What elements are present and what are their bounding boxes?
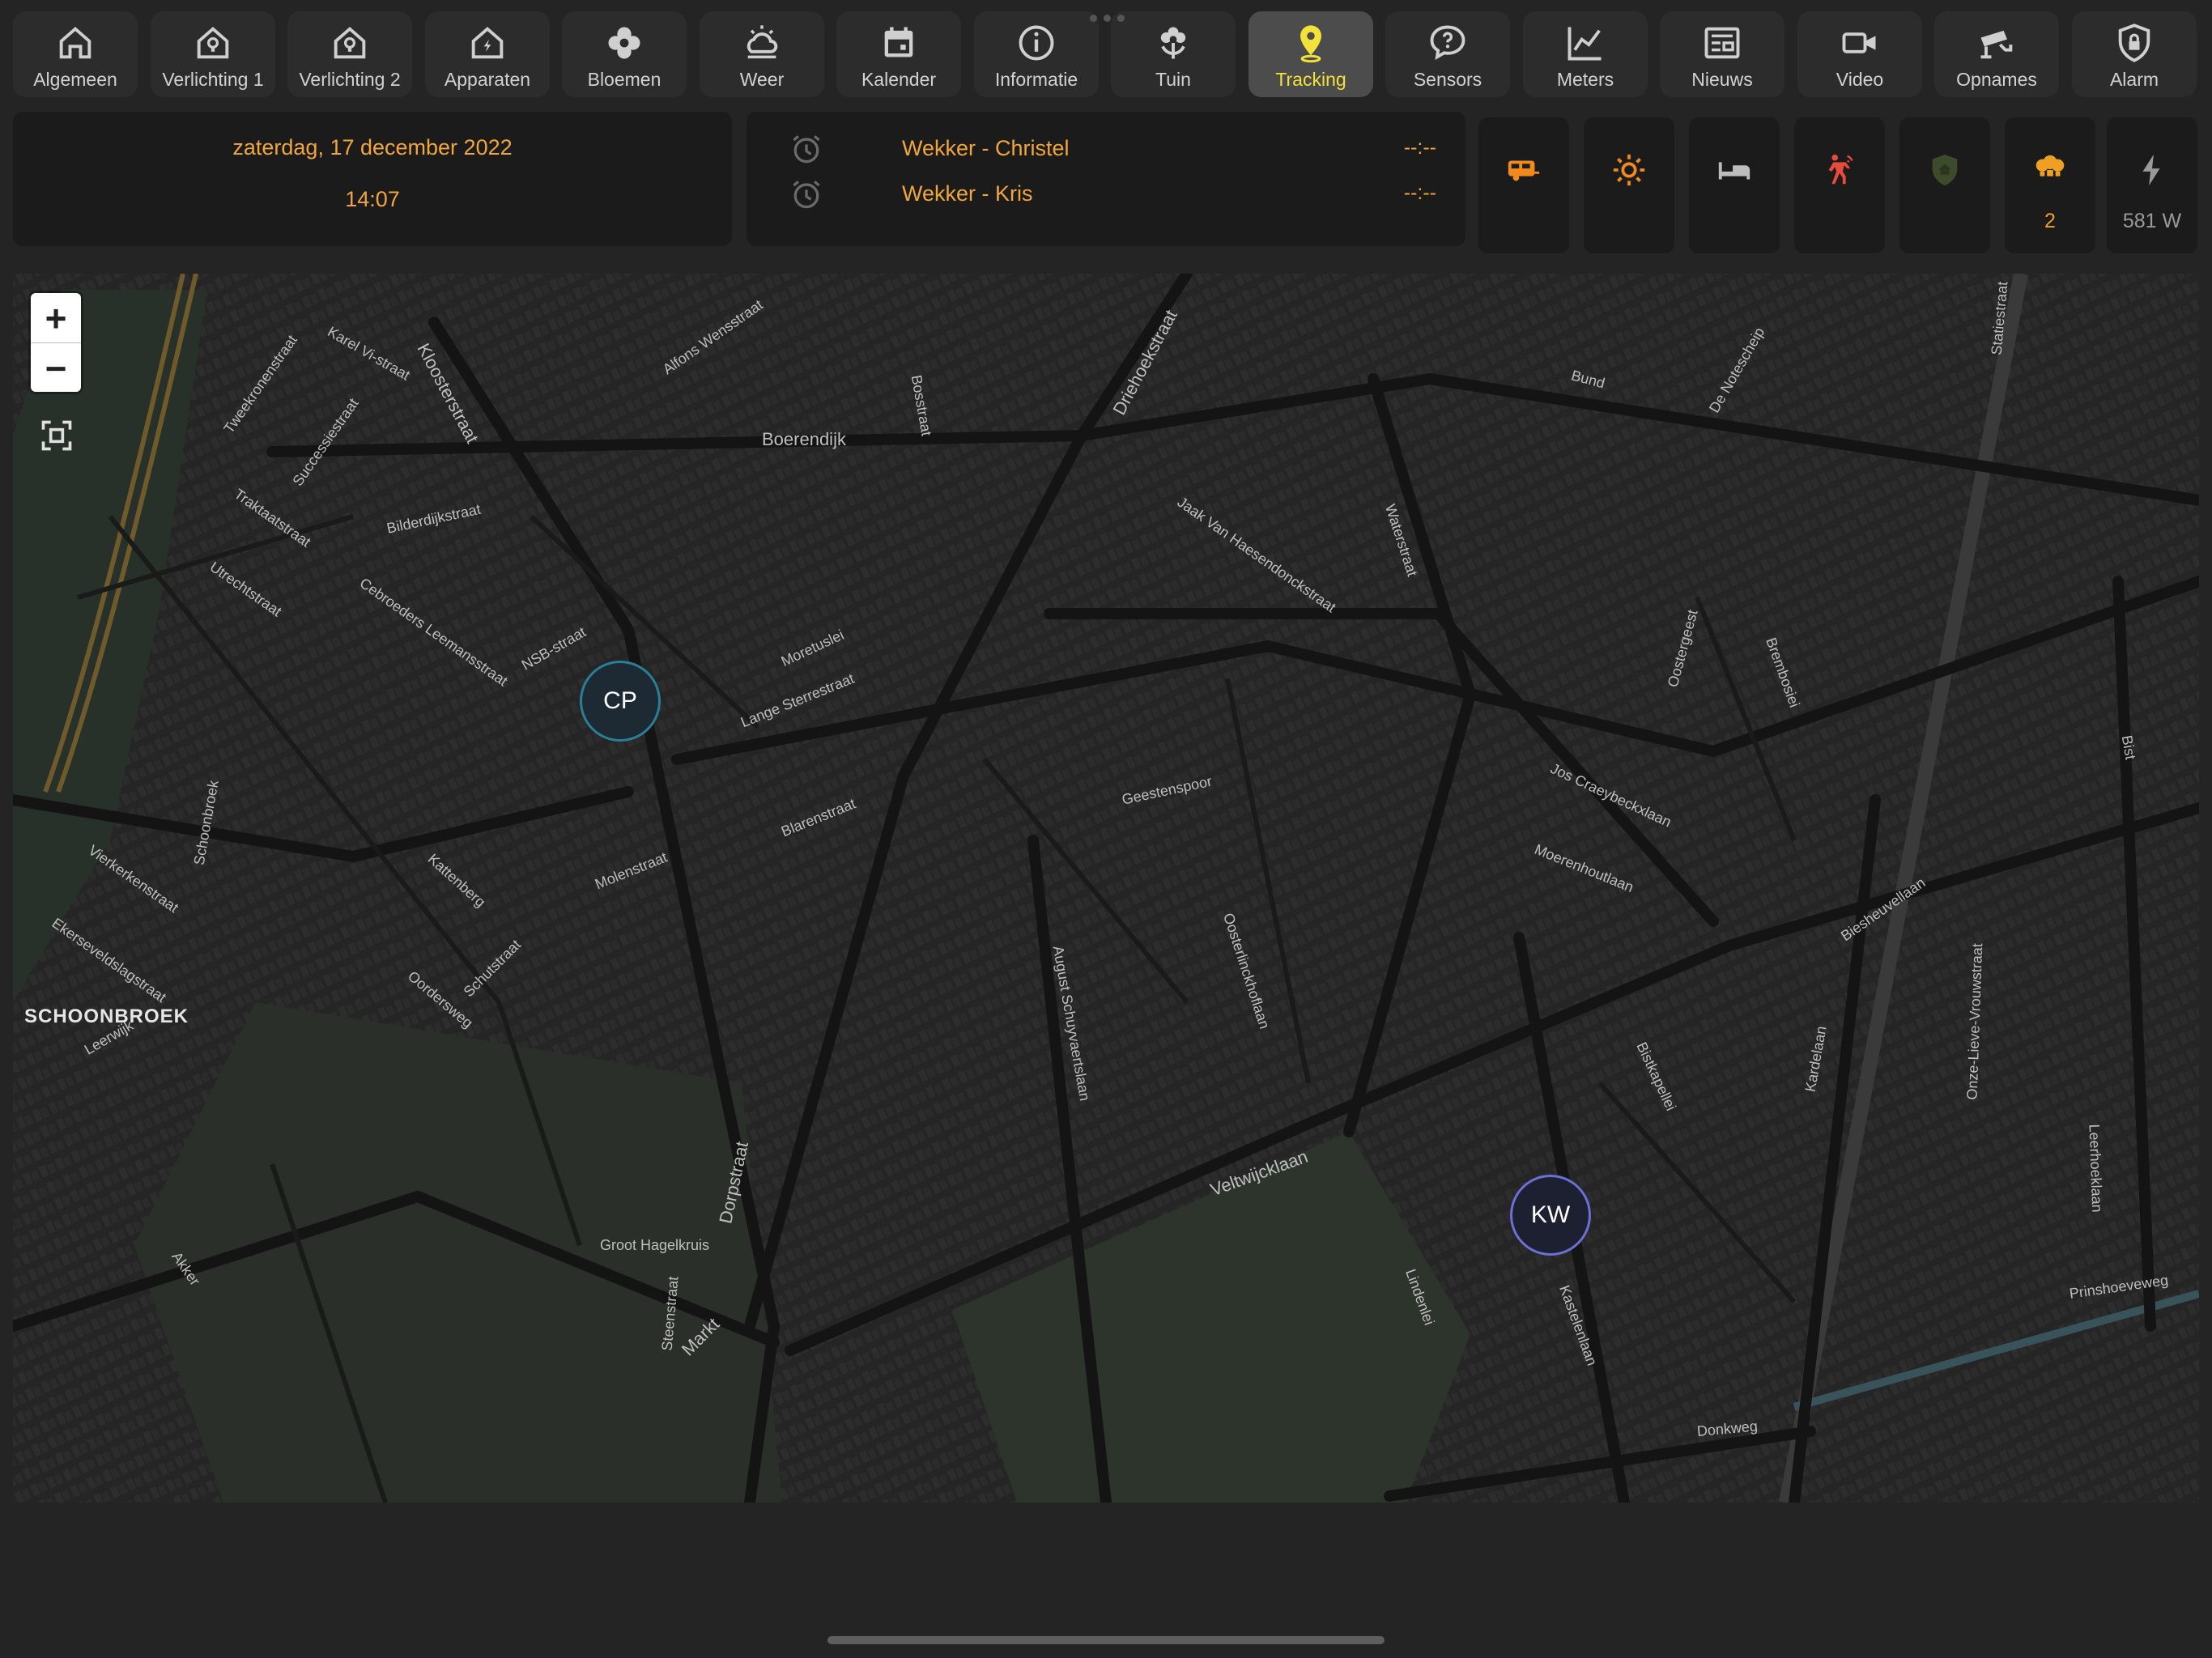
street-label: Leerhoeklaan: [2086, 1124, 2106, 1213]
info-icon: [1019, 25, 1054, 61]
alarm-name: Wekker - Kris: [902, 181, 1033, 206]
date-text: zaterdag, 17 december 2022: [232, 135, 513, 159]
tracking-map[interactable]: Kloosterstraat Boerendijk Driehoekstraat…: [13, 274, 2199, 1503]
newspaper-icon: [1704, 27, 1740, 59]
tab-algemeen[interactable]: Algemeen: [13, 11, 138, 97]
alarm-clock-icon: [793, 135, 820, 164]
tab-opnames[interactable]: Opnames: [1934, 11, 2059, 97]
alarm-row-christel[interactable]: Wekker - Christel --:--: [789, 130, 1436, 170]
tab-label: Meters: [1556, 69, 1614, 90]
tab-nieuws[interactable]: Nieuws: [1660, 11, 1784, 97]
alarm-clocks-card: Wekker - Christel --:-- Wekker - Kris --…: [747, 112, 1465, 246]
person-marker-cp[interactable]: CP: [580, 661, 661, 742]
tab-sensors[interactable]: Sensors: [1385, 11, 1510, 97]
tab-label: Video: [1836, 69, 1884, 90]
bed-button[interactable]: [1689, 117, 1780, 253]
tab-label: Informatie: [994, 69, 1078, 90]
video-camera-icon: [1842, 32, 1876, 53]
tab-verlichting-1[interactable]: Verlichting 1: [151, 11, 275, 97]
weather-icon: [747, 25, 778, 59]
zoom-controls: + −: [31, 293, 81, 392]
power-usage-value: 581 W: [2122, 210, 2182, 232]
tab-kalender[interactable]: Kalender: [836, 11, 961, 97]
home-icon: [59, 27, 91, 59]
tab-weer[interactable]: Weer: [700, 11, 824, 97]
garden-icon: [1160, 27, 1186, 59]
home-power-icon: [471, 27, 504, 59]
tab-alarm[interactable]: Alarm: [2072, 11, 2197, 97]
zoom-in-button[interactable]: +: [31, 293, 81, 343]
motion-sensor-button[interactable]: [1794, 117, 1885, 253]
zoom-out-button[interactable]: −: [31, 343, 81, 393]
drag-grip-icon[interactable]: [1090, 15, 1125, 22]
home-light-icon: [334, 27, 366, 59]
tab-tracking[interactable]: Tracking: [1249, 11, 1373, 97]
tab-bloemen[interactable]: Bloemen: [562, 11, 687, 97]
cctv-icon: [1980, 30, 2013, 59]
date-time-card: zaterdag, 17 december 2022 14:07: [13, 112, 732, 246]
sun-button[interactable]: [1584, 117, 1674, 253]
caravan-button[interactable]: [1478, 117, 1569, 253]
power-usage-button[interactable]: 581 W: [2107, 117, 2197, 253]
flash-icon: [2142, 154, 2160, 186]
district-label: SCHOONBROEK: [24, 1005, 189, 1027]
tab-apparaten[interactable]: Apparaten: [425, 11, 550, 97]
lightbulb-group-icon: [2035, 155, 2065, 176]
tab-video[interactable]: Video: [1797, 11, 1922, 97]
person-marker-kw[interactable]: KW: [1510, 1175, 1591, 1256]
bed-icon: [1718, 162, 1750, 180]
alarm-row-kris[interactable]: Wekker - Kris --:--: [789, 175, 1436, 215]
tab-label: Verlichting 1: [162, 69, 264, 90]
chart-line-icon: [1568, 27, 1602, 61]
tab-label: Alarm: [2109, 69, 2159, 90]
home-light-icon: [197, 27, 229, 59]
home-indicator[interactable]: [827, 1636, 1385, 1644]
motion-sensor-icon: [1828, 154, 1853, 185]
tab-informatie[interactable]: Informatie: [974, 11, 1099, 97]
tab-label: Verlichting 2: [299, 69, 401, 90]
tab-verlichting-2[interactable]: Verlichting 2: [287, 11, 412, 97]
tab-label: Sensors: [1413, 69, 1482, 90]
tab-label: Opnames: [1956, 69, 2037, 90]
security-home-button[interactable]: [1899, 117, 1990, 253]
tab-label: Kalender: [861, 69, 937, 90]
chat-question-icon: [1430, 25, 1465, 60]
alarm-time: --:--: [1403, 181, 1436, 204]
flower-icon: [608, 27, 640, 59]
shield-lock-icon: [2118, 23, 2150, 62]
top-navigation-tabs: Algemeen Verlichting 1 Verlichting 2 Appara…: [13, 11, 2207, 99]
alarm-name: Wekker - Christel: [902, 136, 1070, 160]
tab-label: Weer: [739, 69, 785, 90]
tab-meters[interactable]: Meters: [1523, 11, 1648, 97]
caravan-icon: [1508, 160, 1540, 181]
tab-label: Algemeen: [33, 69, 117, 90]
tab-label: Nieuws: [1691, 69, 1753, 90]
fullscreen-icon[interactable]: [39, 418, 74, 453]
lights-on-button[interactable]: 2: [2005, 117, 2095, 253]
street-label: Boerendijk: [762, 429, 846, 449]
tab-label: Tracking: [1275, 69, 1346, 90]
street-label: Groot Hagelkruis: [600, 1237, 710, 1253]
tab-label: Apparaten: [444, 69, 531, 90]
time-text: 14:07: [345, 187, 400, 211]
map-pin-icon: [1300, 25, 1321, 63]
shield-home-icon: [1932, 154, 1958, 186]
sun-icon: [1613, 154, 1645, 186]
alarm-clock-icon: [793, 181, 820, 209]
calendar-icon: [884, 27, 913, 57]
map-tiles[interactable]: [13, 274, 2199, 1503]
lights-on-count: 2: [2044, 210, 2056, 232]
alarm-time: --:--: [1403, 136, 1436, 159]
tab-label: Tuin: [1155, 69, 1191, 90]
tab-tuin[interactable]: Tuin: [1111, 11, 1236, 97]
tab-label: Bloemen: [587, 69, 661, 90]
